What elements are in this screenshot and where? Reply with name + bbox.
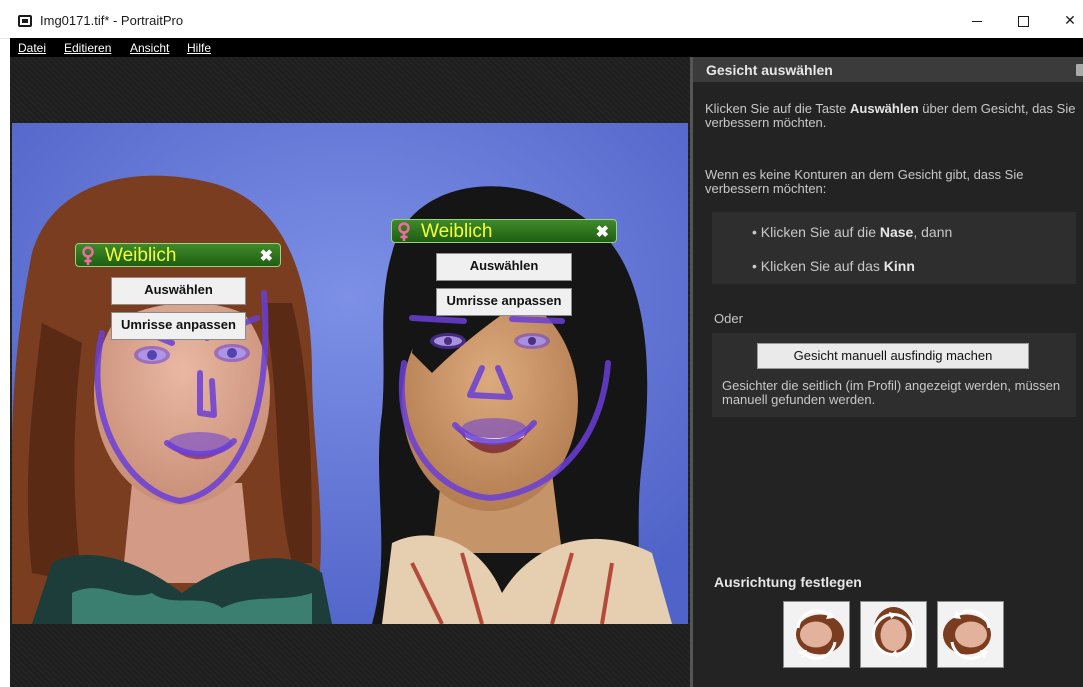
app-icon [18,15,32,27]
profile-note: Gesichter die seitlich (im Profil) angez… [722,378,1061,407]
face-2-gender-label[interactable]: Weiblich ✖ [391,219,617,243]
gender-text: Weiblich [105,245,177,266]
step2-prefix: Klicken Sie auf das [760,258,884,274]
rotate-180-icon [872,607,915,657]
face-1-gender-label[interactable]: Weiblich ✖ [75,243,281,267]
panel-intro-text: Klicken Sie auf die Taste Auswählen über… [705,102,1080,130]
window-title: Img0171.tif* - PortraitPro [40,13,184,28]
step-chin: • Klicken Sie auf das Kinn [752,258,915,274]
title-bar: Img0171.tif* - PortraitPro ✕ [0,0,1083,39]
remove-face-icon[interactable]: ✖ [596,222,609,242]
face-2-select-button[interactable]: Auswählen [436,253,572,281]
find-face-manually-button[interactable]: Gesicht manuell ausfindig machen [757,343,1029,369]
rotate-left-button[interactable] [783,601,850,668]
step2-bold: Kinn [883,258,915,274]
panel-pin-icon[interactable] [1076,64,1083,76]
orientation-heading: Ausrichtung festlegen [714,574,862,590]
step1-prefix: Klicken Sie auf die [760,224,880,240]
gender-text: Weiblich [421,221,493,242]
or-label: Oder [714,311,743,326]
step1-bold: Nase [879,224,914,240]
side-panel: Gesicht auswählen Klicken Sie auf die Ta… [693,57,1083,687]
menu-bar: Datei Editieren Ansicht Hilfe [10,38,1083,57]
maximize-button[interactable] [1008,8,1038,32]
rotate-180-button[interactable] [860,601,927,668]
intro-prefix: Klicken Sie auf die Taste [705,101,851,116]
rotate-right-icon [943,609,991,660]
rotate-right-button[interactable] [937,601,1004,668]
minimize-icon [972,20,982,22]
menu-editieren[interactable]: Editieren [64,41,111,55]
panel-title: Gesicht auswählen [706,62,833,78]
menu-datei[interactable]: Datei [18,41,46,55]
close-button[interactable]: ✕ [1055,8,1083,32]
portrait-photo-graphic [12,123,688,624]
close-icon: ✕ [1064,12,1076,28]
maximize-icon [1017,15,1029,27]
step-nose: • Klicken Sie auf die Nase, dann [752,224,953,240]
minimize-button[interactable] [962,8,992,32]
portrait-photo[interactable] [12,123,688,624]
no-contours-text: Wenn es keine Konturen an dem Gesicht gi… [705,167,1024,196]
face-1-contour-button[interactable]: Umrisse anpassen [111,312,246,340]
female-icon [398,222,410,241]
face-1-select-button[interactable]: Auswählen [111,277,246,305]
rotate-left-icon [796,609,844,660]
face-2-contour-button[interactable]: Umrisse anpassen [436,288,572,316]
remove-face-icon[interactable]: ✖ [260,246,273,266]
menu-hilfe[interactable]: Hilfe [187,41,211,55]
manual-steps-box: • Klicken Sie auf die Nase, dann • Klick… [712,212,1076,284]
step1-suffix: , dann [913,224,953,240]
menu-ansicht[interactable]: Ansicht [130,41,169,55]
female-icon [82,246,94,265]
intro-bold: Auswählen [850,101,919,116]
panel-header: Gesicht auswählen [693,57,1083,82]
